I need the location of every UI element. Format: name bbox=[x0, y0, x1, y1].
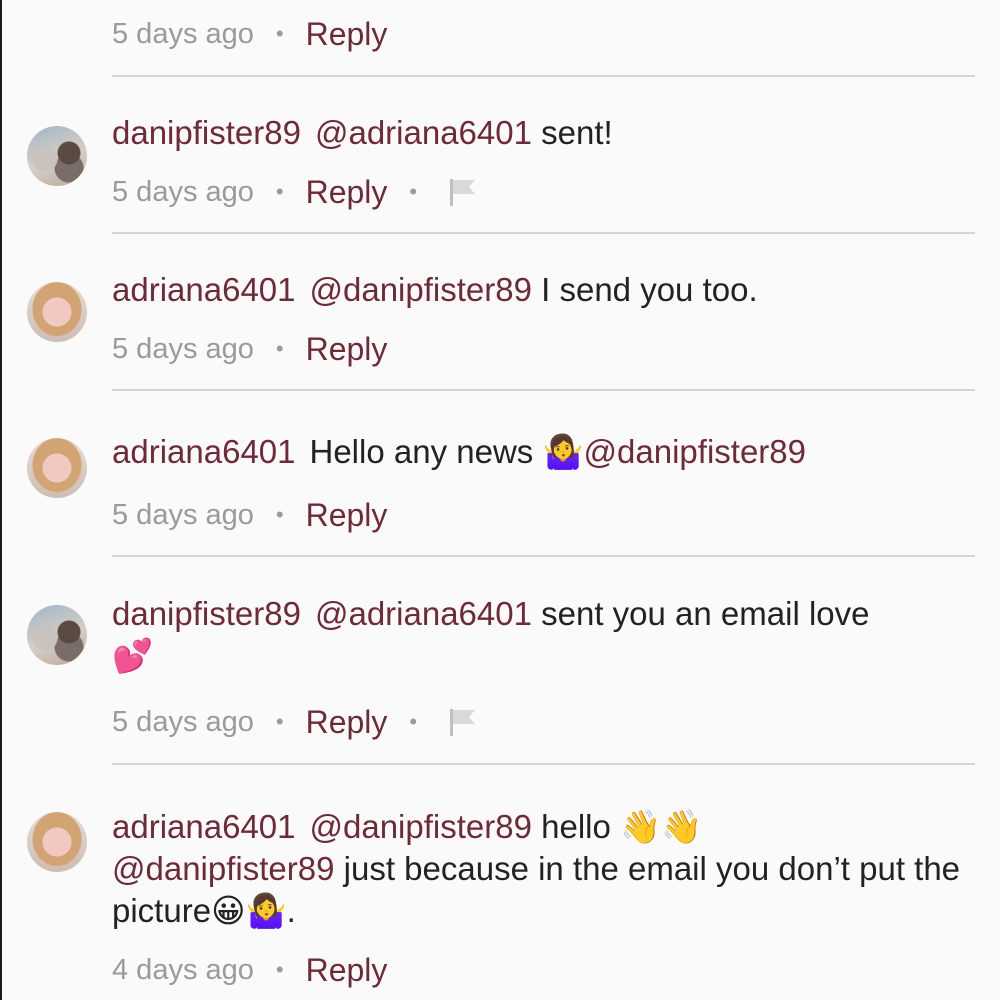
divider bbox=[112, 763, 975, 765]
comment-timestamp: 4 days ago bbox=[112, 953, 254, 986]
flag-icon[interactable] bbox=[447, 177, 479, 207]
reply-button[interactable]: Reply bbox=[306, 952, 388, 989]
divider bbox=[112, 75, 975, 77]
divider bbox=[112, 389, 975, 391]
avatar[interactable] bbox=[27, 282, 87, 342]
comment-meta: 5 days ago • Reply bbox=[112, 495, 387, 535]
comment-text: adriana6401 @danipfister89 hello 👋👋 @dani… bbox=[112, 806, 970, 932]
reply-button[interactable]: Reply bbox=[306, 704, 388, 741]
separator-dot: • bbox=[275, 709, 284, 734]
comment-body: Hello any news bbox=[309, 433, 543, 470]
separator-dot: • bbox=[275, 957, 284, 982]
separator-dot: • bbox=[275, 336, 284, 361]
comment-timestamp: 5 days ago bbox=[112, 498, 254, 531]
mention-link[interactable]: @danipfister89 bbox=[584, 433, 806, 470]
mention-link[interactable]: @danipfister89 bbox=[310, 808, 532, 845]
separator-dot: • bbox=[275, 179, 284, 204]
comment-username[interactable]: adriana6401 bbox=[112, 433, 296, 470]
separator-dot: • bbox=[409, 709, 418, 734]
comment-meta: 4 days ago • Reply bbox=[112, 950, 387, 990]
avatar[interactable] bbox=[27, 605, 87, 665]
divider bbox=[112, 555, 975, 557]
divider bbox=[112, 232, 975, 234]
comment-timestamp: 5 days ago bbox=[112, 332, 254, 365]
avatar[interactable] bbox=[27, 438, 87, 498]
comment-username[interactable]: adriana6401 bbox=[112, 808, 296, 845]
mention-link[interactable]: @danipfister89 bbox=[112, 850, 334, 887]
waving-hands-emoji-icon: 👋👋 bbox=[620, 807, 703, 846]
comment-body: sent! bbox=[531, 114, 613, 151]
comment-body: I send you too. bbox=[531, 271, 758, 308]
comment-meta: 5 days ago • Reply bbox=[112, 14, 387, 54]
grin-shrug-emoji-icon: 😀🤷‍♀️ bbox=[211, 891, 287, 930]
comment-timestamp: 5 days ago bbox=[112, 175, 254, 208]
avatar[interactable] bbox=[27, 812, 87, 872]
comment-timestamp: 5 days ago bbox=[112, 705, 254, 738]
comment-username[interactable]: danipfister89 bbox=[112, 114, 301, 151]
reply-button[interactable]: Reply bbox=[306, 174, 388, 211]
comment-text: danipfister89 @adriana6401 sent you an em… bbox=[112, 595, 970, 675]
comment-timestamp: 5 days ago bbox=[112, 17, 254, 50]
mention-link[interactable]: @adriana6401 bbox=[315, 114, 532, 151]
comment-text: adriana6401 Hello any news 🤷‍♀️@danipfist… bbox=[112, 433, 970, 471]
mention-link[interactable]: @danipfister89 bbox=[310, 271, 532, 308]
reply-button[interactable]: Reply bbox=[306, 16, 388, 53]
comment-text: danipfister89 @adriana6401 sent! bbox=[112, 114, 970, 152]
comment-text: adriana6401 @danipfister89 I send you too… bbox=[112, 271, 970, 309]
comment-username[interactable]: danipfister89 bbox=[112, 595, 301, 632]
avatar[interactable] bbox=[27, 126, 87, 186]
comment-meta: 5 days ago • Reply • bbox=[112, 172, 479, 212]
comment-meta: 5 days ago • Reply bbox=[112, 329, 387, 369]
separator-dot: • bbox=[275, 21, 284, 46]
comment-body: sent you an email love bbox=[531, 595, 870, 632]
comment-meta: 5 days ago • Reply • bbox=[112, 702, 479, 742]
mention-link[interactable]: @adriana6401 bbox=[315, 595, 532, 632]
comment-body: . bbox=[286, 892, 296, 929]
flag-icon[interactable] bbox=[447, 707, 479, 737]
reply-button[interactable]: Reply bbox=[306, 331, 388, 368]
comment-body: hello bbox=[531, 808, 621, 845]
separator-dot: • bbox=[275, 502, 284, 527]
comment-username[interactable]: adriana6401 bbox=[112, 271, 296, 308]
hearts-emoji-icon: 💕 bbox=[112, 636, 154, 675]
reply-button[interactable]: Reply bbox=[306, 497, 388, 534]
separator-dot: • bbox=[409, 179, 418, 204]
shrug-emoji-icon: 🤷‍♀️ bbox=[542, 432, 584, 471]
